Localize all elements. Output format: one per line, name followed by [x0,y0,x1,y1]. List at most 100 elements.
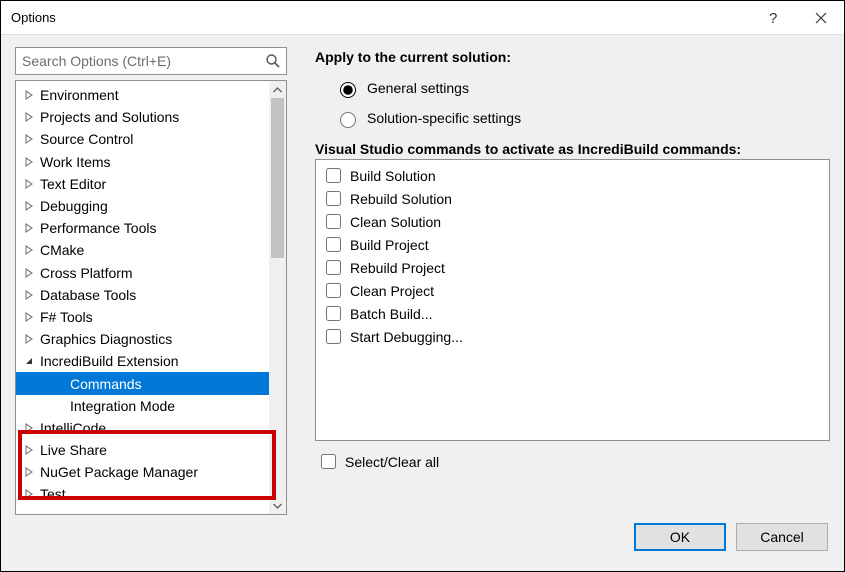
apply-section-title: Apply to the current solution: [315,49,830,65]
command-item[interactable]: Start Debugging... [322,325,823,348]
tree-item-label: Commands [70,376,142,392]
tree-item-label: Integration Mode [70,398,175,414]
command-checkbox[interactable] [326,260,341,275]
tree-item-text-editor[interactable]: Text Editor [16,173,286,195]
no-icon [52,399,66,413]
tree-item-graphics-diagnostics[interactable]: Graphics Diagnostics [16,328,286,350]
tree-item-label: F# Tools [40,309,93,325]
tree-item-commands[interactable]: Commands [16,372,286,394]
chevron-right-icon[interactable] [22,421,36,435]
options-dialog: Options ? EnvironmentProjects and Soluti… [0,0,845,572]
tree-item-performance-tools[interactable]: Performance Tools [16,217,286,239]
tree-item-incredibuild-extension[interactable]: IncrediBuild Extension [16,350,286,372]
chevron-right-icon[interactable] [22,487,36,501]
radio-general-input[interactable] [340,82,356,98]
tree-item-label: Text Editor [40,176,106,192]
chevron-right-icon[interactable] [22,443,36,457]
chevron-right-icon[interactable] [22,221,36,235]
close-button[interactable] [798,1,844,35]
tree-item-nuget-package-manager[interactable]: NuGet Package Manager [16,461,286,483]
radio-specific-label: Solution-specific settings [367,110,521,126]
command-checkbox[interactable] [326,168,341,183]
cancel-button[interactable]: Cancel [736,523,828,551]
command-checkbox[interactable] [326,214,341,229]
chevron-right-icon[interactable] [22,332,36,346]
radio-specific-input[interactable] [340,112,356,128]
tree-item-label: Environment [40,87,119,103]
search-input[interactable] [16,48,286,74]
tree-item-environment[interactable]: Environment [16,84,286,106]
left-panel: Environment Projects and Solutions Source … [15,47,287,515]
chevron-right-icon[interactable] [22,110,36,124]
chevron-right-icon[interactable] [22,199,36,213]
radio-solution-specific[interactable]: Solution-specific settings [335,103,830,133]
options-tree: Environment Projects and Solutions Source … [15,80,287,515]
command-checkbox[interactable] [326,306,341,321]
command-item[interactable]: Rebuild Solution [322,187,823,210]
right-panel: Apply to the current solution: General s… [315,47,830,515]
tree-item-label: Database Tools [40,287,136,303]
scroll-down-icon[interactable] [269,497,286,514]
chevron-right-icon[interactable] [22,266,36,280]
radio-general-label: General settings [367,80,469,96]
tree-item-label: Projects and Solutions [40,109,179,125]
tree-item-integration-mode[interactable]: Integration Mode [16,395,286,417]
chevron-right-icon[interactable] [22,155,36,169]
tree-item-label: CMake [40,242,84,258]
command-checkbox[interactable] [326,237,341,252]
command-checkbox[interactable] [326,283,341,298]
tree-item-projects-and-solutions[interactable]: Projects and Solutions [16,106,286,128]
scroll-thumb[interactable] [271,98,284,258]
close-icon [815,12,827,24]
tree-item-cmake[interactable]: CMake [16,239,286,261]
search-options-wrap [15,47,287,75]
command-label: Clean Solution [350,214,441,230]
command-item[interactable]: Rebuild Project [322,256,823,279]
chevron-right-icon[interactable] [22,310,36,324]
chevron-right-icon[interactable] [22,288,36,302]
tree-item-label: IncrediBuild Extension [40,353,179,369]
command-checkbox[interactable] [326,191,341,206]
tree-item-live-share[interactable]: Live Share [16,439,286,461]
tree-item-source-control[interactable]: Source Control [16,128,286,150]
scroll-up-icon[interactable] [269,81,286,98]
commands-section-title: Visual Studio commands to activate as In… [315,141,830,157]
tree-item-debugging[interactable]: Debugging [16,195,286,217]
command-item[interactable]: Build Solution [322,164,823,187]
help-icon: ? [769,10,781,26]
chevron-right-icon[interactable] [22,465,36,479]
command-label: Rebuild Solution [350,191,452,207]
radio-general-settings[interactable]: General settings [335,73,830,103]
command-checkbox[interactable] [326,329,341,344]
help-button[interactable]: ? [752,1,798,35]
tree-item-label: Live Share [40,442,107,458]
chevron-right-icon[interactable] [22,243,36,257]
tree-item-database-tools[interactable]: Database Tools [16,284,286,306]
select-clear-all[interactable]: Select/Clear all [317,451,830,472]
select-all-checkbox[interactable] [321,454,336,469]
tree-item-f-tools[interactable]: F# Tools [16,306,286,328]
chevron-right-icon[interactable] [22,88,36,102]
tree-item-intellicode[interactable]: IntelliCode [16,417,286,439]
tree-item-work-items[interactable]: Work Items [16,151,286,173]
tree-scrollbar[interactable] [269,81,286,514]
command-label: Start Debugging... [350,329,463,345]
command-item[interactable]: Clean Project [322,279,823,302]
ok-button[interactable]: OK [634,523,726,551]
tree-item-label: Source Control [40,131,133,147]
commands-list: Build Solution Rebuild Solution Clean Solu… [315,159,830,441]
chevron-right-icon[interactable] [22,132,36,146]
command-label: Build Solution [350,168,436,184]
tree-item-label: Performance Tools [40,220,156,236]
command-item[interactable]: Clean Solution [322,210,823,233]
command-item[interactable]: Batch Build... [322,302,823,325]
tree-item-cross-platform[interactable]: Cross Platform [16,262,286,284]
tree-item-test[interactable]: Test [16,483,286,505]
tree-item-label: Test [40,486,66,502]
chevron-down-icon[interactable] [22,354,36,368]
select-all-label: Select/Clear all [345,454,439,470]
search-icon[interactable] [265,53,281,69]
command-item[interactable]: Build Project [322,233,823,256]
tree-item-label: NuGet Package Manager [40,464,198,480]
chevron-right-icon[interactable] [22,177,36,191]
